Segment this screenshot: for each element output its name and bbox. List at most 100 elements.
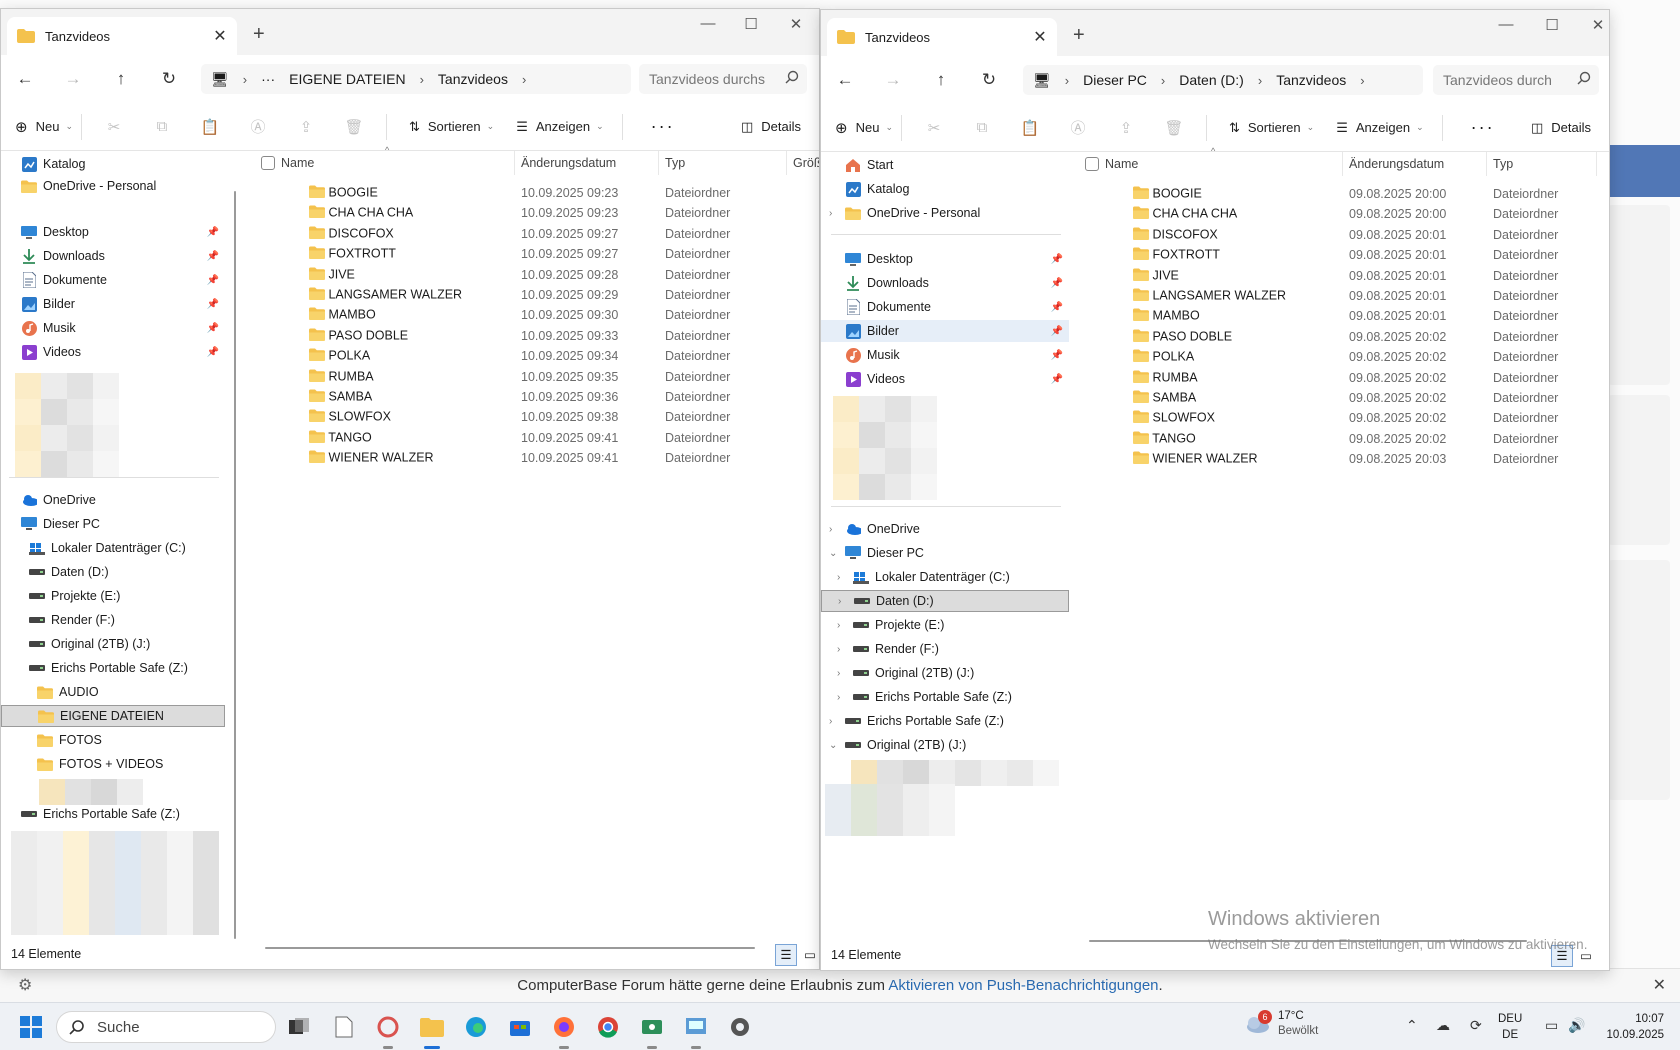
table-row[interactable]: WIENER WALZER 10.09.2025 09:41 Dateiordner [247, 448, 819, 468]
nav-start[interactable]: Start [821, 154, 1069, 176]
chrome-icon[interactable] [594, 1013, 622, 1041]
column-type[interactable]: Typ [659, 151, 787, 175]
file-explorer-icon[interactable] [418, 1013, 446, 1049]
pin-icon[interactable]: 📌 [1051, 302, 1063, 313]
nav-tree-item[interactable]: › Daten (D:) [821, 590, 1069, 612]
close-window-icon[interactable]: ✕ [1583, 16, 1609, 34]
volume-icon[interactable]: 🔊 [1568, 1017, 1585, 1034]
display-icon[interactable]: ▭ [1545, 1017, 1558, 1034]
pin-icon[interactable]: 📌 [207, 323, 219, 334]
nav-tree-item[interactable]: Lokaler Datenträger (C:) [1, 537, 225, 559]
nav-videos[interactable]: Videos 📌 [1, 341, 225, 363]
sort-button[interactable]: ⇅ Sortieren ⌄ [1229, 120, 1314, 136]
table-row[interactable]: FOXTROTT 09.08.2025 20:01 Dateiordner [1073, 245, 1609, 265]
nav-downloads[interactable]: Downloads 📌 [1, 245, 225, 267]
notepad-icon[interactable] [330, 1013, 358, 1041]
table-row[interactable]: JIVE 10.09.2025 09:28 Dateiordner [247, 265, 819, 285]
maximize-icon[interactable]: ☐ [1537, 16, 1567, 34]
new-button[interactable]: ⊕ Neu ⌄ [15, 118, 73, 136]
column-date[interactable]: Änderungsdatum [515, 151, 659, 175]
tab-tanzvideos[interactable]: Tanzvideos ✕ [7, 17, 237, 55]
column-date[interactable]: Änderungsdatum [1343, 152, 1487, 176]
minimize-icon[interactable]: — [693, 15, 723, 32]
nav-tree-item[interactable]: Projekte (E:) [1, 585, 225, 607]
tab-tanzvideos[interactable]: Tanzvideos ✕ [827, 18, 1057, 56]
nav-scrollbar[interactable] [234, 191, 236, 939]
paste-icon[interactable]: 📋 [1006, 119, 1054, 137]
chevron-right-icon[interactable]: › [829, 716, 832, 727]
windows-start-icon[interactable] [20, 1016, 42, 1038]
select-all-checkbox[interactable] [261, 156, 275, 170]
nav-tree-item[interactable]: OneDrive [1, 489, 225, 511]
new-tab-icon[interactable]: + [1073, 24, 1085, 47]
nav-pictures[interactable]: Bilder 📌 [1, 293, 225, 315]
pin-icon[interactable]: 📌 [1051, 278, 1063, 289]
breadcrumb-more[interactable]: ··· [261, 71, 275, 87]
nav-tree-item[interactable]: AUDIO [1, 681, 225, 703]
select-all-checkbox[interactable] [1085, 157, 1099, 171]
nav-tree-item[interactable]: › Render (F:) [821, 638, 1069, 660]
refresh-icon[interactable]: ↻ [145, 69, 193, 89]
table-row[interactable]: TANGO 10.09.2025 09:41 Dateiordner [247, 428, 819, 448]
details-button[interactable]: ◫ Details [741, 119, 801, 135]
breadcrumb-item[interactable]: Dieser PC [1083, 72, 1147, 88]
table-row[interactable]: CHA CHA CHA 10.09.2025 09:23 Dateiordner [247, 203, 819, 223]
close-tab-icon[interactable]: ✕ [1023, 27, 1057, 47]
nav-tree-item[interactable]: › OneDrive [821, 518, 1069, 540]
back-icon[interactable]: ← [821, 70, 869, 90]
table-row[interactable]: POLKA 10.09.2025 09:34 Dateiordner [247, 346, 819, 366]
new-button[interactable]: ⊕ Neu ⌄ [835, 119, 893, 137]
nav-tree-item[interactable]: › Erichs Portable Safe (Z:) [821, 686, 1069, 708]
store-icon[interactable] [506, 1013, 534, 1041]
nav-music[interactable]: Musik 📌 [1, 317, 225, 339]
chevron-right-icon[interactable]: › [838, 596, 841, 607]
forward-icon[interactable]: → [869, 70, 917, 90]
table-row[interactable]: SAMBA 09.08.2025 20:02 Dateiordner [1073, 388, 1609, 408]
language-indicator[interactable]: DEU DE [1498, 1011, 1522, 1043]
close-icon[interactable]: ✕ [1653, 969, 1666, 1003]
chevron-right-icon[interactable]: › [837, 620, 840, 631]
nav-tree-item[interactable]: Dieser PC [1, 513, 225, 535]
breadcrumb[interactable]: 🖥 › ··· EIGENE DATEIEN › Tanzvideos › [201, 64, 631, 94]
breadcrumb-item[interactable]: EIGENE DATEIEN [289, 71, 405, 87]
close-tab-icon[interactable]: ✕ [203, 26, 237, 46]
pin-icon[interactable]: 📌 [207, 227, 219, 238]
chevron-right-icon[interactable]: › [829, 524, 832, 535]
rename-icon[interactable]: Ⓐ [1054, 117, 1102, 138]
delete-icon[interactable]: 🗑 [330, 118, 378, 136]
details-view-icon[interactable]: ☰ [775, 944, 797, 966]
pin-icon[interactable]: 📌 [207, 299, 219, 310]
nav-tree-item[interactable]: › Erichs Portable Safe (Z:) [821, 710, 1069, 732]
table-row[interactable]: JIVE 09.08.2025 20:01 Dateiordner [1073, 266, 1609, 286]
table-row[interactable]: LANGSAMER WALZER 10.09.2025 09:29 Dateiord… [247, 285, 819, 305]
nav-pictures[interactable]: Bilder 📌 [821, 320, 1069, 342]
task-view-icon[interactable] [285, 1013, 313, 1041]
gear-icon[interactable]: ⚙ [18, 969, 32, 1003]
nav-onedrive-personal[interactable]: OneDrive - Personal [1, 175, 225, 197]
nav-tree-item[interactable]: EIGENE DATEIEN [1, 705, 225, 727]
chevron-right-icon[interactable]: › [837, 644, 840, 655]
nav-tree-item[interactable]: Erichs Portable Safe (Z:) [1, 803, 225, 825]
nav-tree-item[interactable]: FOTOS [1, 729, 225, 751]
minimize-icon[interactable]: — [1491, 16, 1521, 33]
table-row[interactable]: WIENER WALZER 09.08.2025 20:03 Dateiordner [1073, 449, 1609, 469]
cut-icon[interactable]: ✂ [90, 118, 138, 136]
search-input[interactable]: Tanzvideos durch [1433, 65, 1599, 95]
chevron-right-icon[interactable]: › [837, 572, 840, 583]
breadcrumb-item[interactable]: Tanzvideos [1276, 72, 1346, 88]
search-input[interactable]: Tanzvideos durchs [639, 64, 807, 94]
nav-tree-item[interactable]: Original (2TB) (J:) [1, 633, 225, 655]
nav-onedrive-personal[interactable]: › OneDrive - Personal [821, 202, 1069, 224]
pin-icon[interactable]: 📌 [1051, 350, 1063, 361]
nav-tree-item[interactable]: Daten (D:) [1, 561, 225, 583]
pin-icon[interactable]: 📌 [207, 275, 219, 286]
nav-tree-item[interactable]: Erichs Portable Safe (Z:) [1, 657, 225, 679]
more-options-icon[interactable]: ··· [651, 116, 675, 137]
refresh-icon[interactable]: ↻ [965, 70, 1013, 90]
control-panel-icon[interactable] [682, 1013, 710, 1049]
pin-icon[interactable]: 📌 [207, 347, 219, 358]
view-button[interactable]: ☰ Anzeigen ⌄ [516, 119, 603, 135]
table-row[interactable]: BOOGIE 09.08.2025 20:00 Dateiordner [1073, 184, 1609, 204]
cut-icon[interactable]: ✂ [910, 119, 958, 137]
table-row[interactable]: SLOWFOX 10.09.2025 09:38 Dateiordner [247, 407, 819, 427]
